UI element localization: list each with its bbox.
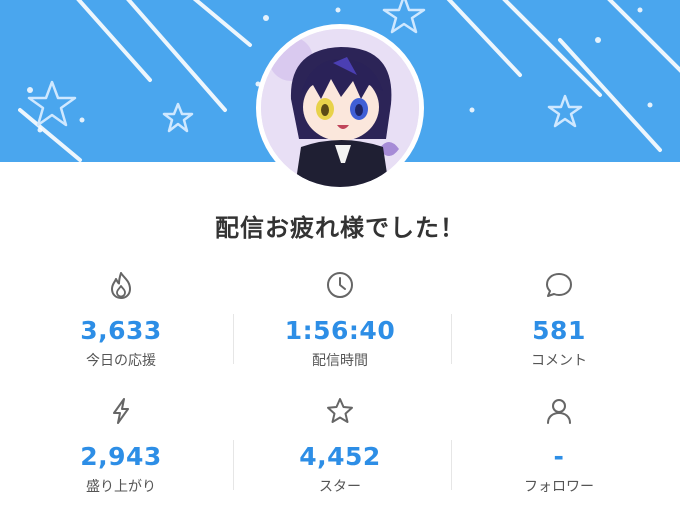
comment-icon <box>544 270 574 300</box>
page-title: 配信お疲れ様でした！ <box>215 214 465 242</box>
stat-stream-time: 1:56:40 配信時間 <box>227 264 453 384</box>
stat-value: 1:56:40 <box>284 316 396 345</box>
profile-avatar-icon <box>261 29 419 187</box>
stat-label: コメント <box>531 353 587 369</box>
stat-label: 盛り上がり <box>86 479 156 495</box>
avatar-frame <box>256 24 424 192</box>
clock-icon <box>325 270 355 300</box>
stat-label: 今日の応援 <box>86 353 156 369</box>
person-icon <box>544 396 574 426</box>
flame-icon <box>106 270 136 300</box>
stream-summary-screen: 配信お疲れ様でした！ 3,633 今日の応援 1:56:40 配信時間 581 … <box>0 0 680 524</box>
stat-followers: - フォロワー <box>446 390 672 510</box>
lightning-icon <box>106 396 136 426</box>
star-icon <box>325 396 355 426</box>
avatar[interactable] <box>261 29 419 187</box>
stat-label: 配信時間 <box>312 353 368 369</box>
stat-stars: 4,452 スター <box>227 390 453 510</box>
stat-value: 3,633 <box>80 316 162 345</box>
stat-comments: 581 コメント <box>446 264 672 384</box>
stat-support-today: 3,633 今日の応援 <box>8 264 234 384</box>
stat-label: フォロワー <box>524 479 594 495</box>
stat-label: スター <box>319 479 361 495</box>
stat-excitement: 2,943 盛り上がり <box>8 390 234 510</box>
stat-value: - <box>553 442 565 471</box>
stat-value: 2,943 <box>80 442 162 471</box>
stat-value: 581 <box>532 316 586 345</box>
stat-value: 4,452 <box>299 442 381 471</box>
stats-grid: 3,633 今日の応援 1:56:40 配信時間 581 コメント 2,943 … <box>0 262 680 502</box>
